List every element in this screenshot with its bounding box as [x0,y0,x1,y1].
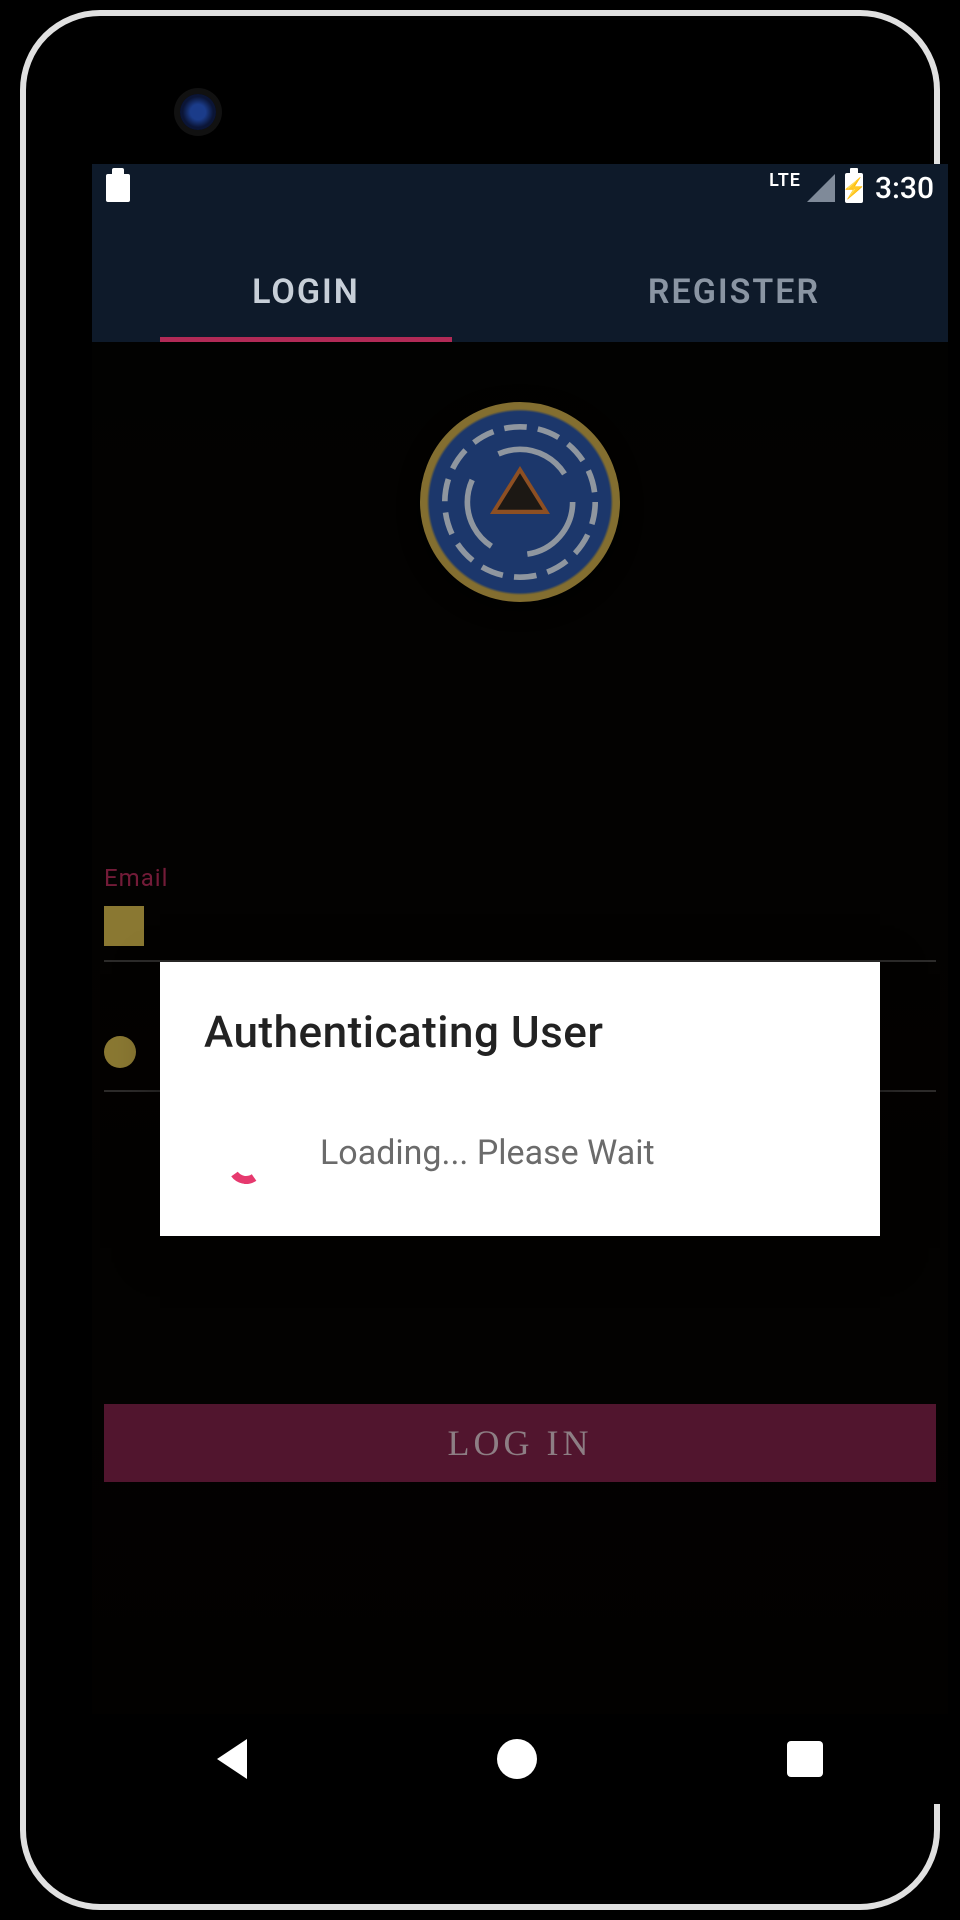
nav-home-icon[interactable] [497,1739,537,1779]
status-bar: LTE ⚡ 3:30 [92,164,948,212]
device-frame: LTE ⚡ 3:30 LOGIN REGISTER [20,10,940,1910]
auth-tabs: LOGIN REGISTER [92,242,948,342]
spinner-icon [210,1118,280,1188]
auth-dialog: Authenticating User Loading... Please Wa… [160,962,880,1236]
clock: 3:30 [875,171,934,206]
device-frame-inner: LTE ⚡ 3:30 LOGIN REGISTER [40,34,920,1886]
tab-register[interactable]: REGISTER [520,242,948,342]
front-camera [180,94,216,130]
screen: LTE ⚡ 3:30 LOGIN REGISTER [92,164,948,1804]
dialog-message: Loading... Please Wait [320,1133,655,1173]
app-bar [92,212,948,242]
login-content: Email LOG IN Authenticating User [92,342,948,1804]
nav-back-icon[interactable] [217,1739,247,1779]
nav-recent-icon[interactable] [787,1741,823,1777]
network-label: LTE [769,170,801,191]
dialog-title: Authenticating User [204,1006,836,1058]
signal-icon [807,174,835,202]
battery-icon: ⚡ [845,173,863,203]
tab-login[interactable]: LOGIN [92,242,520,342]
sdcard-icon [106,174,130,202]
android-navbar [92,1714,948,1804]
